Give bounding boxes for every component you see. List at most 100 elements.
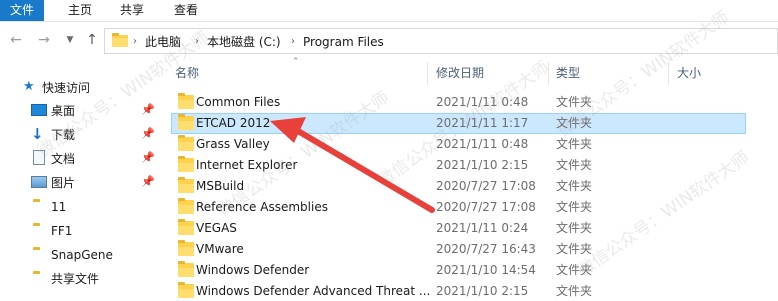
file-date: 2020/7/27 16:43 [436, 242, 536, 256]
navigation-pane: ★ 快速访问 桌面 📌 ↓ 下载 📌 文档 📌 图片 📌 11 FF1 Snap… [0, 76, 160, 301]
sort-caret-icon: ⌃ [292, 57, 300, 67]
file-row[interactable]: Internet Explorer 2021/1/10 2:15 文件夹 [171, 155, 746, 176]
file-date: 2020/7/27 17:08 [436, 179, 536, 193]
recent-locations-chevron-icon[interactable]: ▼ [62, 32, 78, 48]
file-row[interactable]: Grass Valley 2021/1/11 0:48 文件夹 [171, 134, 746, 155]
nav-item-folder-11[interactable]: 11 [0, 195, 160, 219]
up-arrow-icon[interactable]: ↑ [84, 32, 100, 48]
nav-item-folder-shared[interactable]: 共享文件 [0, 267, 160, 291]
pin-icon[interactable]: 📌 [141, 175, 155, 188]
file-row[interactable]: VMware 2020/7/27 16:43 文件夹 [171, 239, 746, 260]
address-bar[interactable]: › 此电脑 › 本地磁盘 (C:) › Program Files [104, 28, 778, 54]
file-type: 文件夹 [556, 263, 593, 277]
forward-arrow-icon[interactable]: → [36, 32, 52, 48]
file-type: 文件夹 [556, 179, 593, 193]
file-date: 2021/1/10 2:15 [436, 158, 529, 172]
picture-icon [31, 176, 47, 188]
file-type: 文件夹 [556, 221, 593, 235]
file-name: Windows Defender Advanced Threat ... [196, 284, 431, 298]
file-date: 2021/1/11 1:17 [436, 116, 529, 130]
nav-quick-access[interactable]: ★ 快速访问 [0, 76, 160, 100]
folder-icon [178, 261, 194, 277]
tab-view[interactable]: 查看 [166, 0, 206, 21]
file-name: Internet Explorer [196, 158, 298, 172]
nav-label: 图片 [51, 176, 76, 190]
nav-item-pictures[interactable]: 图片 📌 [0, 171, 160, 195]
column-divider[interactable] [668, 62, 669, 84]
folder-icon [178, 114, 194, 130]
file-name: ETCAD 2012 [196, 116, 271, 130]
file-name: Windows Defender [196, 263, 310, 277]
file-date: 2021/1/10 14:54 [436, 263, 536, 277]
folder-icon [178, 282, 194, 298]
file-date: 2021/1/11 0:48 [436, 95, 529, 109]
navigation-bar: ← → ▼ ↑ › 此电脑 › 本地磁盘 (C:) › Program File… [0, 26, 778, 56]
file-type: 文件夹 [556, 242, 593, 256]
pin-icon[interactable]: 📌 [141, 103, 155, 116]
nav-label: 下载 [51, 128, 76, 142]
breadcrumb-program-files[interactable]: Program Files [303, 33, 384, 51]
file-type: 文件夹 [556, 137, 593, 151]
file-name: VEGAS [196, 221, 237, 235]
file-date: 2021/1/11 0:24 [436, 221, 529, 235]
folder-icon [178, 156, 194, 172]
column-header-type[interactable]: 类型 [556, 62, 580, 84]
file-name: VMware [196, 242, 244, 256]
nav-label: 共享文件 [51, 272, 100, 286]
breadcrumb-separator[interactable]: › [195, 33, 199, 51]
nav-item-desktop[interactable]: 桌面 📌 [0, 99, 160, 123]
document-icon [33, 150, 45, 165]
folder-icon [178, 135, 194, 151]
column-header-date[interactable]: 修改日期 [436, 62, 484, 84]
nav-label: FF1 [51, 224, 73, 238]
file-name: Grass Valley [196, 137, 270, 151]
column-divider[interactable] [427, 62, 428, 84]
folder-icon [178, 93, 194, 109]
folder-icon [178, 240, 194, 256]
nav-label: 11 [51, 200, 67, 214]
file-row[interactable]: Common Files 2021/1/11 0:48 文件夹 [171, 92, 746, 113]
file-date: 2020/7/27 17:08 [436, 200, 536, 214]
pin-icon[interactable]: 📌 [141, 127, 155, 140]
nav-item-folder-snapgene[interactable]: SnapGene [0, 243, 160, 267]
nav-label: 文档 [51, 152, 76, 166]
file-date: 2021/1/10 2:15 [436, 284, 529, 298]
folder-icon [178, 219, 194, 235]
file-row[interactable]: VEGAS 2021/1/11 0:24 文件夹 [171, 218, 746, 239]
file-name: MSBuild [196, 179, 245, 193]
folder-icon [178, 177, 194, 193]
download-icon: ↓ [31, 125, 44, 143]
file-type: 文件夹 [556, 200, 593, 214]
back-arrow-icon[interactable]: ← [8, 32, 24, 48]
file-row[interactable]: MSBuild 2020/7/27 17:08 文件夹 [171, 176, 746, 197]
file-name: Common Files [196, 95, 281, 109]
ribbon: 文件 主页 共享 查看 [0, 0, 778, 22]
tab-file[interactable]: 文件 [0, 0, 44, 21]
file-name: Reference Assemblies [196, 200, 328, 214]
desktop-icon [31, 104, 47, 116]
pin-icon[interactable]: 📌 [141, 151, 155, 164]
tab-home[interactable]: 主页 [60, 0, 100, 21]
nav-label: SnapGene [51, 248, 113, 262]
nav-label: 快速访问 [42, 81, 91, 95]
file-type: 文件夹 [556, 158, 593, 172]
tab-share[interactable]: 共享 [112, 0, 152, 21]
breadcrumb-local-disk[interactable]: 本地磁盘 (C:) [207, 33, 281, 51]
file-type: 文件夹 [556, 284, 593, 298]
column-divider[interactable] [548, 62, 549, 84]
nav-item-folder-ff1[interactable]: FF1 [0, 219, 160, 243]
file-date: 2021/1/11 0:48 [436, 137, 529, 151]
column-header-size[interactable]: 大小 [677, 62, 701, 84]
file-row-selected[interactable]: ETCAD 2012 2021/1/11 1:17 文件夹 [171, 113, 746, 134]
file-row[interactable]: Windows Defender 2021/1/10 14:54 文件夹 [171, 260, 746, 281]
breadcrumb-this-pc[interactable]: 此电脑 [145, 33, 181, 51]
column-header-name[interactable]: 名称 [175, 62, 199, 84]
nav-item-documents[interactable]: 文档 📌 [0, 147, 160, 171]
file-type: 文件夹 [556, 116, 593, 130]
nav-item-downloads[interactable]: ↓ 下载 📌 [0, 123, 160, 147]
file-type: 文件夹 [556, 95, 593, 109]
breadcrumb-separator[interactable]: › [133, 33, 137, 51]
file-row[interactable]: Windows Defender Advanced Threat ... 202… [171, 281, 746, 301]
breadcrumb-separator[interactable]: › [291, 33, 295, 51]
file-row[interactable]: Reference Assemblies 2020/7/27 17:08 文件夹 [171, 197, 746, 218]
